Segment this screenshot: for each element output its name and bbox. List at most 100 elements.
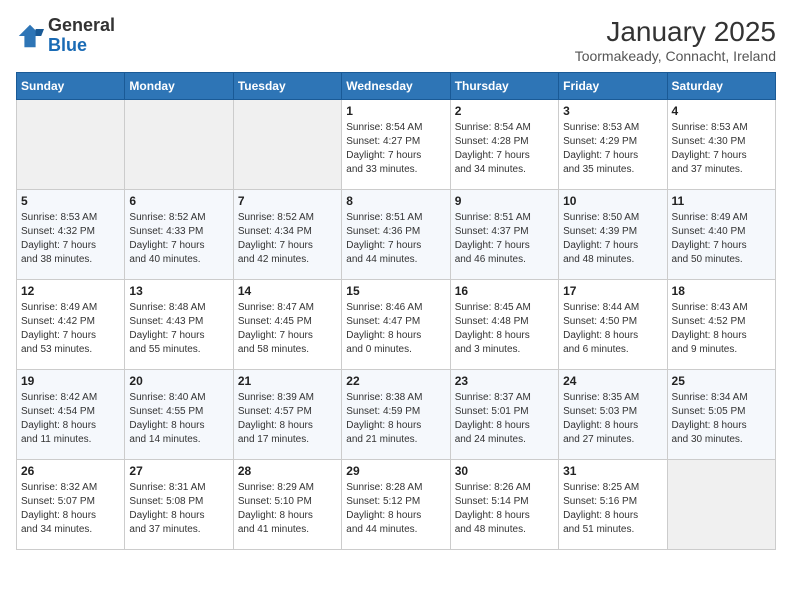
day-number: 14 [238, 284, 337, 298]
day-cell: 23Sunrise: 8:37 AM Sunset: 5:01 PM Dayli… [450, 370, 558, 460]
day-info: Sunrise: 8:48 AM Sunset: 4:43 PM Dayligh… [129, 301, 228, 357]
day-cell: 7Sunrise: 8:52 AM Sunset: 4:34 PM Daylig… [233, 190, 341, 280]
day-info: Sunrise: 8:53 AM Sunset: 4:29 PM Dayligh… [563, 121, 662, 177]
day-number: 12 [21, 284, 120, 298]
week-row-2: 5 Sunrise: 8:53 AM Sunset: 4:32 PM Daylig… [17, 190, 776, 280]
day-info: Sunrise: 8:53 AM Sunset: 4:32 PM Dayligh… [21, 211, 120, 267]
day-cell [233, 100, 341, 190]
day-info: Sunrise: 8:38 AM Sunset: 4:59 PM Dayligh… [346, 391, 445, 447]
day-number: 2 [455, 104, 554, 118]
logo-general: General [48, 16, 115, 36]
day-number: 18 [672, 284, 771, 298]
day-cell: 4 Sunrise: 8:53 AM Sunset: 4:30 PM Daylig… [667, 100, 775, 190]
day-cell: 21Sunrise: 8:39 AM Sunset: 4:57 PM Dayli… [233, 370, 341, 460]
header-cell-tuesday: Tuesday [233, 73, 341, 100]
day-number: 13 [129, 284, 228, 298]
day-info: Sunrise: 8:34 AM Sunset: 5:05 PM Dayligh… [672, 391, 771, 447]
day-cell: 1Sunrise: 8:54 AM Sunset: 4:27 PM Daylig… [342, 100, 450, 190]
day-number: 31 [563, 464, 662, 478]
day-cell [17, 100, 125, 190]
header-cell-friday: Friday [559, 73, 667, 100]
day-cell: 15 Sunrise: 8:46 AM Sunset: 4:47 PM Dayli… [342, 280, 450, 370]
header-cell-monday: Monday [125, 73, 233, 100]
day-cell: 16 Sunrise: 8:45 AM Sunset: 4:48 PM Dayli… [450, 280, 558, 370]
day-cell: 11 Sunrise: 8:49 AM Sunset: 4:40 PM Dayli… [667, 190, 775, 280]
day-number: 17 [563, 284, 662, 298]
day-number: 10 [563, 194, 662, 208]
week-row-1: 1Sunrise: 8:54 AM Sunset: 4:27 PM Daylig… [17, 100, 776, 190]
day-info: Sunrise: 8:44 AM Sunset: 4:50 PM Dayligh… [563, 301, 662, 357]
day-cell: 3 Sunrise: 8:53 AM Sunset: 4:29 PM Daylig… [559, 100, 667, 190]
day-cell: 10 Sunrise: 8:50 AM Sunset: 4:39 PM Dayli… [559, 190, 667, 280]
day-number: 24 [563, 374, 662, 388]
day-number: 11 [672, 194, 771, 208]
day-info: Sunrise: 8:52 AM Sunset: 4:33 PM Dayligh… [129, 211, 228, 267]
day-info: Sunrise: 8:35 AM Sunset: 5:03 PM Dayligh… [563, 391, 662, 447]
day-cell: 27Sunrise: 8:31 AM Sunset: 5:08 PM Dayli… [125, 460, 233, 550]
day-number: 25 [672, 374, 771, 388]
day-cell: 14 Sunrise: 8:47 AM Sunset: 4:45 PM Dayli… [233, 280, 341, 370]
day-info: Sunrise: 8:43 AM Sunset: 4:52 PM Dayligh… [672, 301, 771, 357]
day-number: 4 [672, 104, 771, 118]
day-number: 19 [21, 374, 120, 388]
day-info: Sunrise: 8:47 AM Sunset: 4:45 PM Dayligh… [238, 301, 337, 357]
day-info: Sunrise: 8:49 AM Sunset: 4:42 PM Dayligh… [21, 301, 120, 357]
day-cell: 9Sunrise: 8:51 AM Sunset: 4:37 PM Daylig… [450, 190, 558, 280]
day-info: Sunrise: 8:54 AM Sunset: 4:27 PM Dayligh… [346, 121, 445, 177]
header-cell-sunday: Sunday [17, 73, 125, 100]
day-cell: 17 Sunrise: 8:44 AM Sunset: 4:50 PM Dayli… [559, 280, 667, 370]
day-cell: 26 Sunrise: 8:32 AM Sunset: 5:07 PM Dayli… [17, 460, 125, 550]
day-number: 3 [563, 104, 662, 118]
day-number: 28 [238, 464, 337, 478]
calendar-header: SundayMondayTuesdayWednesdayThursdayFrid… [17, 73, 776, 100]
day-info: Sunrise: 8:28 AM Sunset: 5:12 PM Dayligh… [346, 481, 445, 537]
day-cell: 31 Sunrise: 8:25 AM Sunset: 5:16 PM Dayli… [559, 460, 667, 550]
week-row-4: 19 Sunrise: 8:42 AM Sunset: 4:54 PM Dayli… [17, 370, 776, 460]
day-number: 5 [21, 194, 120, 208]
calendar-body: 1Sunrise: 8:54 AM Sunset: 4:27 PM Daylig… [17, 100, 776, 550]
day-cell: 22 Sunrise: 8:38 AM Sunset: 4:59 PM Dayli… [342, 370, 450, 460]
day-info: Sunrise: 8:39 AM Sunset: 4:57 PM Dayligh… [238, 391, 337, 447]
day-info: Sunrise: 8:46 AM Sunset: 4:47 PM Dayligh… [346, 301, 445, 357]
day-cell: 18 Sunrise: 8:43 AM Sunset: 4:52 PM Dayli… [667, 280, 775, 370]
day-info: Sunrise: 8:32 AM Sunset: 5:07 PM Dayligh… [21, 481, 120, 537]
logo-icon [16, 22, 44, 50]
day-number: 22 [346, 374, 445, 388]
day-cell: 19 Sunrise: 8:42 AM Sunset: 4:54 PM Dayli… [17, 370, 125, 460]
day-cell: 8 Sunrise: 8:51 AM Sunset: 4:36 PM Daylig… [342, 190, 450, 280]
week-row-5: 26 Sunrise: 8:32 AM Sunset: 5:07 PM Dayli… [17, 460, 776, 550]
day-cell: 12 Sunrise: 8:49 AM Sunset: 4:42 PM Dayli… [17, 280, 125, 370]
day-number: 23 [455, 374, 554, 388]
header-row: SundayMondayTuesdayWednesdayThursdayFrid… [17, 73, 776, 100]
day-number: 6 [129, 194, 228, 208]
day-number: 30 [455, 464, 554, 478]
header-cell-wednesday: Wednesday [342, 73, 450, 100]
day-number: 8 [346, 194, 445, 208]
logo-blue: Blue [48, 36, 115, 56]
day-cell: 30Sunrise: 8:26 AM Sunset: 5:14 PM Dayli… [450, 460, 558, 550]
day-cell: 24 Sunrise: 8:35 AM Sunset: 5:03 PM Dayli… [559, 370, 667, 460]
day-info: Sunrise: 8:53 AM Sunset: 4:30 PM Dayligh… [672, 121, 771, 177]
day-cell: 29Sunrise: 8:28 AM Sunset: 5:12 PM Dayli… [342, 460, 450, 550]
header-cell-thursday: Thursday [450, 73, 558, 100]
day-info: Sunrise: 8:40 AM Sunset: 4:55 PM Dayligh… [129, 391, 228, 447]
day-number: 16 [455, 284, 554, 298]
week-row-3: 12 Sunrise: 8:49 AM Sunset: 4:42 PM Dayli… [17, 280, 776, 370]
day-cell: 28Sunrise: 8:29 AM Sunset: 5:10 PM Dayli… [233, 460, 341, 550]
header-cell-saturday: Saturday [667, 73, 775, 100]
day-info: Sunrise: 8:25 AM Sunset: 5:16 PM Dayligh… [563, 481, 662, 537]
day-info: Sunrise: 8:42 AM Sunset: 4:54 PM Dayligh… [21, 391, 120, 447]
day-cell: 13 Sunrise: 8:48 AM Sunset: 4:43 PM Dayli… [125, 280, 233, 370]
day-info: Sunrise: 8:51 AM Sunset: 4:36 PM Dayligh… [346, 211, 445, 267]
day-info: Sunrise: 8:49 AM Sunset: 4:40 PM Dayligh… [672, 211, 771, 267]
day-cell: 2 Sunrise: 8:54 AM Sunset: 4:28 PM Daylig… [450, 100, 558, 190]
header: General Blue January 2025 Toormakeady, C… [16, 16, 776, 64]
day-info: Sunrise: 8:45 AM Sunset: 4:48 PM Dayligh… [455, 301, 554, 357]
day-number: 26 [21, 464, 120, 478]
calendar-title: January 2025 [575, 16, 776, 48]
day-info: Sunrise: 8:54 AM Sunset: 4:28 PM Dayligh… [455, 121, 554, 177]
day-number: 9 [455, 194, 554, 208]
day-number: 15 [346, 284, 445, 298]
day-info: Sunrise: 8:50 AM Sunset: 4:39 PM Dayligh… [563, 211, 662, 267]
title-area: January 2025 Toormakeady, Connacht, Irel… [575, 16, 776, 64]
